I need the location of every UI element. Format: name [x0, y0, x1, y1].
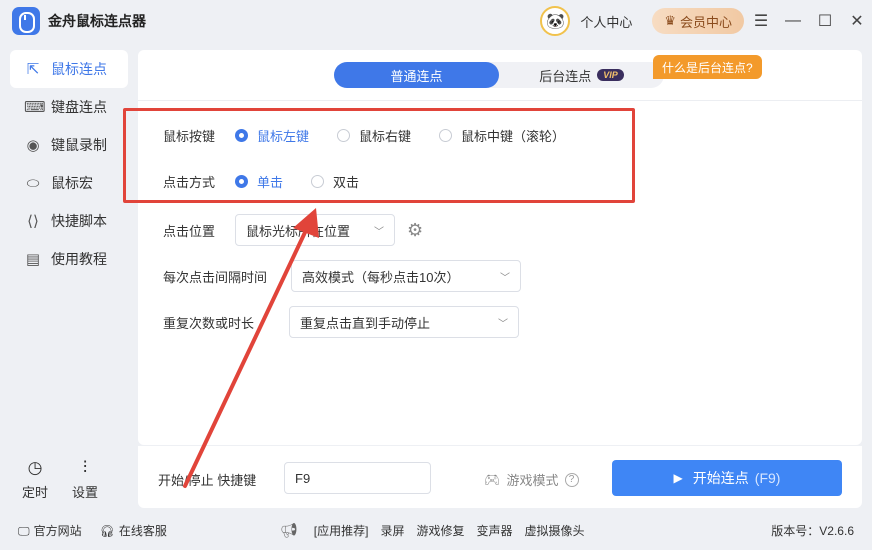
website-label: 官方网站 — [33, 523, 82, 538]
footer-link-voice-changer[interactable]: 变声器 — [476, 522, 512, 539]
official-website-link[interactable]: 🖵 官方网站 — [18, 522, 82, 539]
sidebar-item-label: 键鼠录制 — [51, 137, 107, 153]
repeat-label: 重复次数或时长 — [163, 315, 255, 331]
close-icon[interactable]: ✕ — [842, 6, 872, 36]
mode-tabs: 普通连点 后台连点 VIP — [334, 62, 664, 88]
vip-badge: VIP — [597, 69, 624, 81]
highlight-annotation-box — [123, 108, 635, 203]
sidebar: ⇱ 鼠标连点 ⌨ 键盘连点 ◉ 键鼠录制 ⬭ 鼠标宏 ⟨⟩ 快捷脚本 ▤ 使用教… — [10, 50, 128, 278]
sidebar-item-label: 快捷脚本 — [51, 213, 107, 229]
timer-label: 定时 — [22, 485, 49, 500]
footer-link-game-repair[interactable]: 游戏修复 — [416, 522, 464, 539]
version-text: 版本号：V2.6.6 — [771, 523, 854, 538]
script-icon: ⟨⟩ — [27, 213, 39, 230]
gamepad-icon: 🎮︎ — [484, 471, 501, 487]
sidebar-item-label: 键盘连点 — [51, 99, 107, 115]
sidebar-item-mouse-click[interactable]: ⇱ 鼠标连点 — [10, 50, 128, 88]
sidebar-item-macro[interactable]: ⬭ 鼠标宏 — [10, 164, 128, 202]
online-support-link[interactable]: 🎧︎ 在线客服 — [100, 522, 167, 539]
user-center-link[interactable]: 个人中心 — [580, 12, 632, 31]
start-label: 开始连点 — [692, 470, 749, 486]
interval-value: 高效模式（每秒点击10次） — [302, 269, 460, 285]
title-bar: 金舟鼠标连点器 🐼 个人中心 ♛ 会员中心 ☰ — ☐ ✕ — [0, 0, 872, 42]
maximize-icon[interactable]: ☐ — [810, 6, 840, 36]
game-mode-toggle[interactable]: 🎮︎ 游戏模式 ? — [484, 470, 579, 489]
help-icon[interactable]: ? — [564, 472, 579, 487]
menu-icon[interactable]: ☰ — [746, 6, 776, 36]
sidebar-item-record[interactable]: ◉ 键鼠录制 — [10, 126, 128, 164]
tab-background[interactable]: 后台连点 VIP — [499, 62, 664, 88]
vip-center-button[interactable]: ♛ 会员中心 — [652, 8, 744, 34]
interval-label: 每次点击间隔时间 — [163, 269, 268, 285]
mouse-icon: ⬭ — [26, 174, 40, 192]
sidebar-item-script[interactable]: ⟨⟩ 快捷脚本 — [10, 202, 128, 240]
footer-link-screen-record[interactable]: 录屏 — [380, 522, 404, 539]
sidebar-item-label: 鼠标宏 — [51, 175, 93, 191]
gear-icon[interactable]: ⚙ — [407, 220, 423, 241]
record-icon: ◉ — [26, 137, 40, 154]
position-value: 鼠标光标所在位置 — [246, 223, 351, 239]
play-icon: ▶ — [673, 471, 683, 485]
minimize-icon[interactable]: — — [778, 6, 808, 36]
repeat-value: 重复点击直到手动停止 — [300, 315, 431, 331]
sidebar-item-keyboard[interactable]: ⌨ 键盘连点 — [10, 88, 128, 126]
monitor-icon: 🖵 — [18, 523, 30, 538]
footer-link-virtual-camera[interactable]: 虚拟摄像头 — [525, 522, 585, 539]
clock-icon: ◷ — [27, 458, 43, 477]
chevron-down-icon: ﹀ — [500, 273, 510, 284]
sidebar-bottom: ◷ 定时 ⫶ 设置 — [22, 458, 98, 501]
background-help-tip[interactable]: 什么是后台连点? — [653, 55, 762, 79]
tutorial-icon: ▤ — [25, 251, 41, 268]
position-row: 点击位置 鼠标光标所在位置 ﹀ ⚙ — [163, 214, 423, 246]
start-clicking-button[interactable]: ▶ 开始连点 (F9) — [612, 460, 842, 496]
headset-icon: 🎧︎ — [99, 523, 115, 538]
timer-button[interactable]: ◷ 定时 — [22, 458, 48, 501]
megaphone-icon: 📢︎ — [280, 521, 298, 538]
app-recommend-label: [应用推荐] — [313, 523, 369, 538]
tab-normal[interactable]: 普通连点 — [334, 62, 499, 88]
app-logo-icon — [12, 7, 40, 35]
avatar[interactable]: 🐼 — [540, 6, 571, 36]
sidebar-item-label: 使用教程 — [51, 251, 107, 267]
sliders-icon: ⫶ — [82, 458, 88, 477]
repeat-row: 重复次数或时长 重复点击直到手动停止 ﹀ — [163, 306, 519, 338]
hotkey-input[interactable]: F9 — [284, 462, 431, 494]
position-label: 点击位置 — [163, 223, 216, 239]
mouse-click-icon: ⇱ — [26, 61, 40, 78]
app-title: 金舟鼠标连点器 — [48, 13, 146, 29]
crown-icon: ♛ — [664, 13, 676, 28]
chevron-down-icon: ﹀ — [498, 319, 508, 330]
interval-select[interactable]: 高效模式（每秒点击10次） ﹀ — [291, 260, 521, 292]
keyboard-icon: ⌨ — [24, 99, 46, 116]
footer: 🖵 官方网站 🎧︎ 在线客服 📢︎ [应用推荐] 录屏 游戏修复 变声器 虚拟摄像头… — [0, 512, 872, 548]
repeat-select[interactable]: 重复点击直到手动停止 ﹀ — [289, 306, 519, 338]
sidebar-item-tutorial[interactable]: ▤ 使用教程 — [10, 240, 128, 278]
interval-row: 每次点击间隔时间 高效模式（每秒点击10次） ﹀ — [163, 260, 521, 292]
settings-button[interactable]: ⫶ 设置 — [72, 458, 98, 501]
chevron-down-icon: ﹀ — [374, 227, 384, 238]
vip-center-label: 会员中心 — [679, 14, 732, 30]
divider — [138, 100, 862, 101]
settings-label: 设置 — [72, 485, 99, 500]
sidebar-item-label: 鼠标连点 — [51, 61, 107, 77]
start-hotkey: (F9) — [754, 470, 781, 486]
game-mode-label: 游戏模式 — [506, 473, 559, 488]
support-label: 在线客服 — [118, 523, 167, 538]
position-select[interactable]: 鼠标光标所在位置 ﹀ — [235, 214, 395, 246]
tab-background-label: 后台连点 — [539, 68, 592, 84]
hotkey-panel: 开始/停止 快捷键 F9 🎮︎ 游戏模式 ? ▶ 开始连点 (F9) — [138, 446, 862, 508]
hotkey-label: 开始/停止 快捷键 — [158, 473, 257, 488]
